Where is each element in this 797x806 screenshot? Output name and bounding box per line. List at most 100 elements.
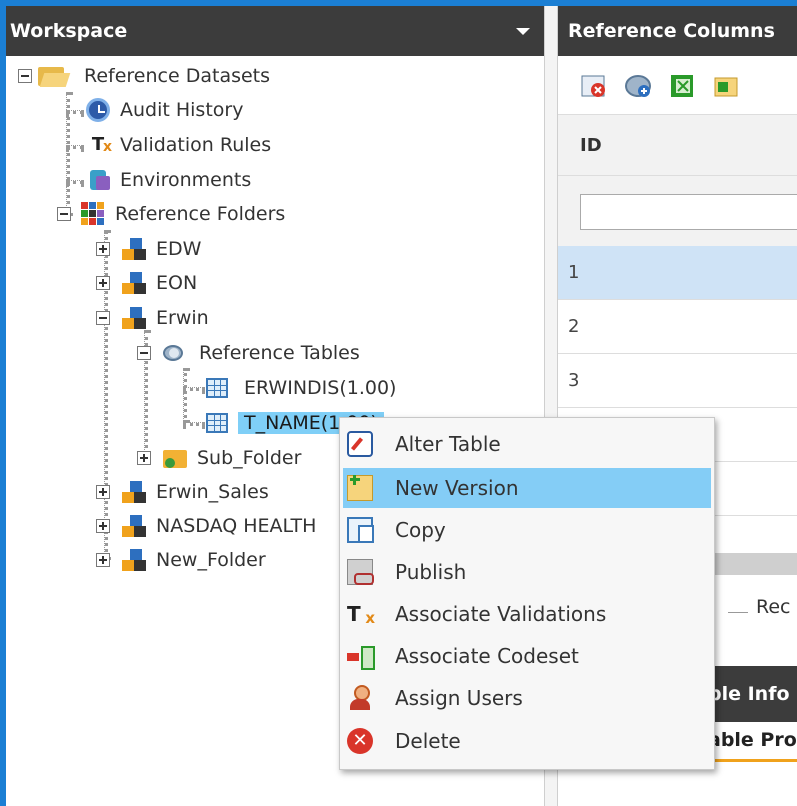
user-icon <box>347 685 373 711</box>
divider-line <box>728 612 748 613</box>
tree-item-validation-rules[interactable]: Tx Validation Rules <box>86 130 271 160</box>
expand-icon[interactable] <box>96 276 110 290</box>
new-version-icon <box>347 475 373 501</box>
reference-folders-icon <box>81 202 105 226</box>
tree-label: Validation Rules <box>120 134 272 156</box>
tree-label: Erwin <box>156 307 209 329</box>
menu-item-label: Publish <box>395 560 467 584</box>
tree-connector <box>66 180 84 184</box>
table-icon <box>206 413 228 433</box>
tree-label: Audit History <box>120 99 244 121</box>
table-row[interactable]: 3 <box>558 354 797 408</box>
validation-rules-icon: Tx <box>91 134 112 155</box>
tree-item-reference-tables[interactable]: Reference Tables <box>137 338 360 368</box>
menu-item-copy[interactable]: Copy <box>343 510 711 550</box>
id-filter-input[interactable] <box>580 194 797 230</box>
expand-icon[interactable] <box>137 451 151 465</box>
tree-connector <box>66 110 84 114</box>
folder-blocks-icon <box>122 237 146 261</box>
tree-label: Erwin_Sales <box>156 481 269 503</box>
tree-label: ERWINDIS(1.00) <box>244 377 397 399</box>
collapse-icon[interactable] <box>96 311 110 325</box>
filter-row <box>558 176 797 246</box>
tree-item-sub-folder[interactable]: Sub_Folder <box>137 443 301 473</box>
tree-label: NASDAQ HEALTH <box>156 515 317 537</box>
import-icon[interactable] <box>712 72 740 100</box>
folder-blocks-icon <box>122 480 146 504</box>
table-properties-tab[interactable]: able Pro <box>708 722 797 762</box>
reference-tables-icon <box>161 341 185 365</box>
folder-blocks-icon <box>122 306 146 330</box>
workspace-title: Workspace <box>10 20 128 42</box>
tree-item-reference-folders[interactable]: Reference Folders <box>57 199 285 229</box>
menu-item-label: Copy <box>395 518 446 542</box>
tree-item-new-folder[interactable]: New_Folder <box>96 545 266 575</box>
menu-item-label: Associate Validations <box>395 602 607 626</box>
context-menu: Alter Table New Version Copy Publish Tx … <box>339 417 715 770</box>
table-row[interactable]: 2 <box>558 300 797 354</box>
menu-item-publish[interactable]: Publish <box>343 552 711 592</box>
folder-blocks-icon <box>122 548 146 572</box>
tree-item-erwin[interactable]: Erwin <box>96 303 209 333</box>
menu-item-label: Assign Users <box>395 686 523 710</box>
table-info-tab[interactable]: ble Info <box>708 666 797 722</box>
folder-blocks-icon <box>122 271 146 295</box>
menu-item-associate-validations[interactable]: Tx Associate Validations <box>343 594 711 634</box>
collapse-icon[interactable] <box>18 69 32 83</box>
tree-label: Reference Datasets <box>84 65 271 87</box>
menu-item-associate-codeset[interactable]: Associate Codeset <box>343 636 711 676</box>
alter-table-icon <box>347 431 373 457</box>
workspace-header[interactable]: Workspace <box>6 6 544 56</box>
folder-open-icon <box>38 64 71 88</box>
menu-item-label: Associate Codeset <box>395 644 579 668</box>
excel-export-icon[interactable] <box>668 72 696 100</box>
column-header-id[interactable]: ID <box>558 114 797 176</box>
tree-label: Sub_Folder <box>197 447 302 469</box>
tree-item-audit-history[interactable]: Audit History <box>86 95 243 125</box>
tree-item-erwin-sales[interactable]: Erwin_Sales <box>96 477 269 507</box>
tree-item-reference-datasets[interactable]: Reference Datasets <box>18 61 270 91</box>
tree-connector <box>183 422 205 426</box>
collapse-icon[interactable] <box>137 346 151 360</box>
partial-label: Rec <box>756 596 791 618</box>
tree-connector <box>183 387 205 391</box>
tree-label: EON <box>156 272 198 294</box>
tree-item-edw[interactable]: EDW <box>96 234 201 264</box>
validation-icon: Tx <box>347 602 375 627</box>
tree-label: Reference Tables <box>199 342 360 364</box>
expand-icon[interactable] <box>96 553 110 567</box>
folder-blocks-icon <box>122 514 146 538</box>
codeset-icon <box>347 643 375 670</box>
add-table-icon[interactable] <box>624 72 652 100</box>
tree-connector <box>183 368 187 423</box>
menu-item-label: New Version <box>395 476 519 500</box>
menu-item-label: Alter Table <box>395 432 501 456</box>
menu-item-label: Delete <box>395 729 461 753</box>
tree-item-erwindis[interactable]: ERWINDIS(1.00) <box>206 373 396 403</box>
menu-item-new-version[interactable]: New Version <box>343 468 711 508</box>
sub-folder-icon <box>163 446 187 470</box>
tree-label: Reference Folders <box>115 203 286 225</box>
delete-table-icon[interactable] <box>580 72 608 100</box>
expand-icon[interactable] <box>96 242 110 256</box>
table-row[interactable]: 1 <box>558 246 797 300</box>
delete-icon: ✕ <box>347 728 373 754</box>
expand-icon[interactable] <box>96 519 110 533</box>
audit-history-icon <box>86 98 110 122</box>
menu-item-alter-table[interactable]: Alter Table <box>343 424 711 464</box>
environments-icon <box>86 168 110 192</box>
menu-item-assign-users[interactable]: Assign Users <box>343 678 711 718</box>
reference-columns-header: Reference Columns <box>558 6 797 56</box>
collapse-icon[interactable] <box>57 207 71 221</box>
publish-icon <box>347 559 374 585</box>
expand-icon[interactable] <box>96 485 110 499</box>
tree-item-eon[interactable]: EON <box>96 268 197 298</box>
tree-label: New_Folder <box>156 549 266 571</box>
tree-label: Environments <box>120 169 252 191</box>
tree-item-environments[interactable]: Environments <box>86 165 251 195</box>
dropdown-caret-icon[interactable] <box>516 28 530 35</box>
tree-item-nasdaq[interactable]: NASDAQ HEALTH <box>96 511 316 541</box>
tree-label: EDW <box>156 238 202 260</box>
table-icon <box>206 378 228 398</box>
menu-item-delete[interactable]: ✕ Delete <box>343 721 711 761</box>
